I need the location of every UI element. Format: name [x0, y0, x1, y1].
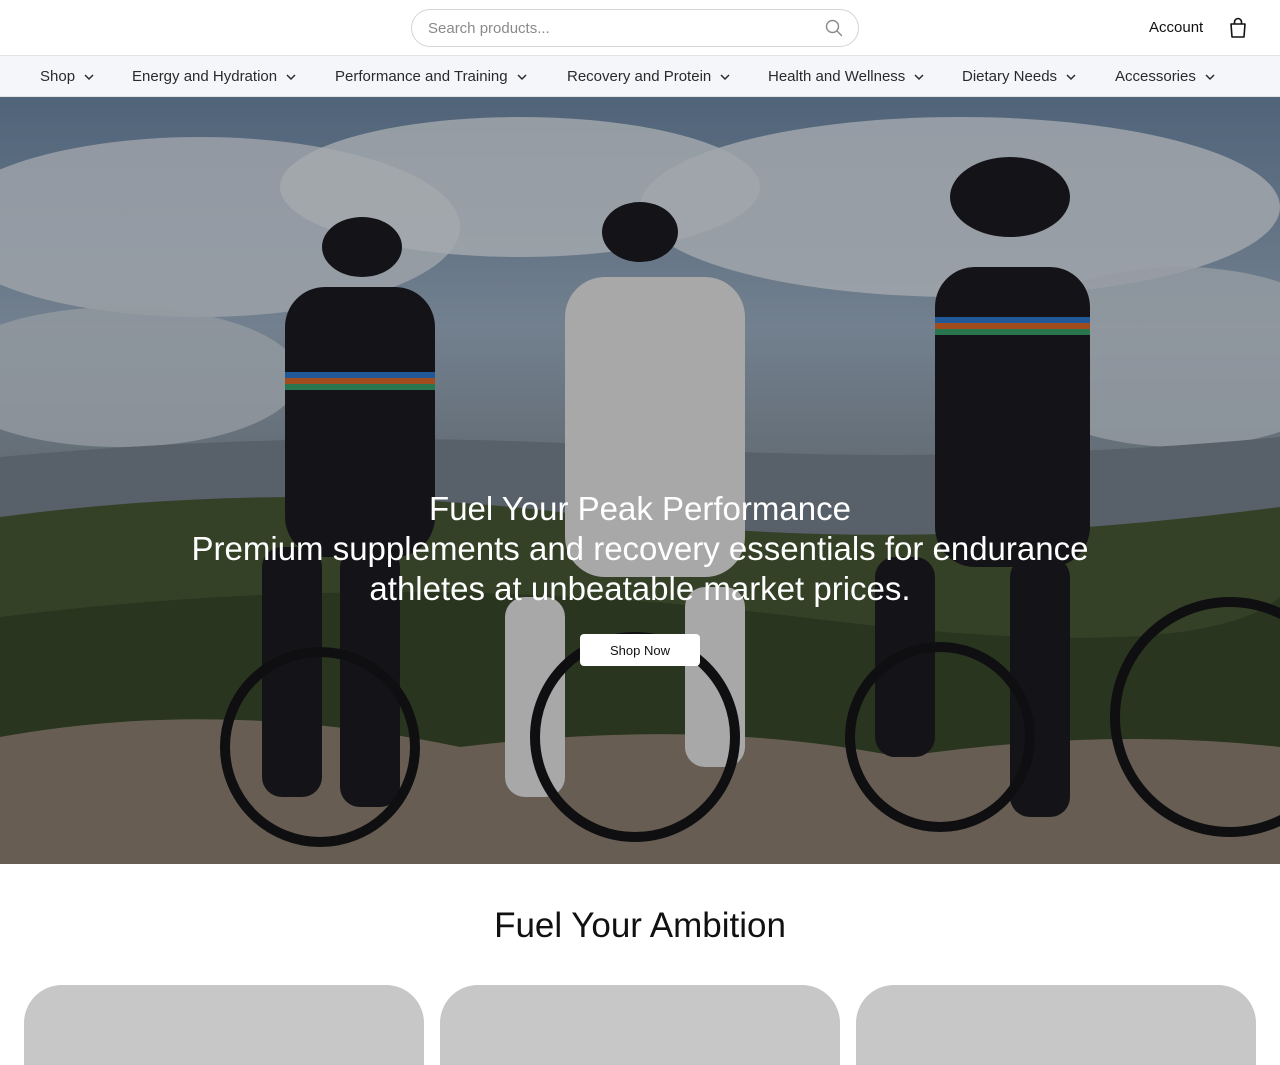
account-link[interactable]: Account [1149, 18, 1203, 38]
chevron-down-icon [913, 71, 925, 83]
hero-title: Fuel Your Peak Performance [429, 490, 851, 527]
nav-item-recovery-protein[interactable]: Recovery and Protein [567, 56, 731, 97]
chevron-down-icon [83, 71, 95, 83]
search-input[interactable] [428, 19, 824, 37]
nav-item-dietary-needs[interactable]: Dietary Needs [962, 56, 1077, 97]
hero-subtitle: Premium supplements and recovery essenti… [191, 530, 1089, 607]
product-card[interactable] [440, 985, 840, 1065]
nav-item-label: Shop [40, 68, 76, 85]
nav-item-label: Health and Wellness [768, 68, 906, 85]
nav-item-label: Recovery and Protein [567, 68, 712, 85]
search-bar[interactable] [411, 9, 859, 47]
nav-item-accessories[interactable]: Accessories [1115, 56, 1216, 97]
hero-banner: Fuel Your Peak Performance Premium suppl… [0, 97, 1280, 864]
chevron-down-icon [719, 71, 731, 83]
shop-now-button[interactable]: Shop Now [580, 634, 700, 666]
shopping-bag-icon[interactable] [1228, 17, 1248, 39]
product-card[interactable] [856, 985, 1256, 1065]
chevron-down-icon [1204, 71, 1216, 83]
nav-item-energy-hydration[interactable]: Energy and Hydration [132, 56, 297, 97]
nav-item-label: Dietary Needs [962, 68, 1058, 85]
hero-overlay [0, 97, 1280, 864]
chevron-down-icon [285, 71, 297, 83]
chevron-down-icon [516, 71, 528, 83]
nav-item-performance-training[interactable]: Performance and Training [335, 56, 528, 97]
section-title: Fuel Your Ambition [494, 906, 786, 945]
nav-item-label: Performance and Training [335, 68, 508, 85]
search-icon[interactable] [824, 18, 844, 38]
site-header: Account [0, 0, 1280, 56]
nav-item-label: Energy and Hydration [132, 68, 278, 85]
category-nav: Shop Energy and Hydration Performance an… [0, 56, 1280, 97]
chevron-down-icon [1065, 71, 1077, 83]
product-card[interactable] [24, 985, 424, 1065]
nav-item-health-wellness[interactable]: Health and Wellness [768, 56, 925, 97]
nav-item-shop[interactable]: Shop [40, 56, 95, 97]
nav-item-label: Accessories [1115, 68, 1196, 85]
